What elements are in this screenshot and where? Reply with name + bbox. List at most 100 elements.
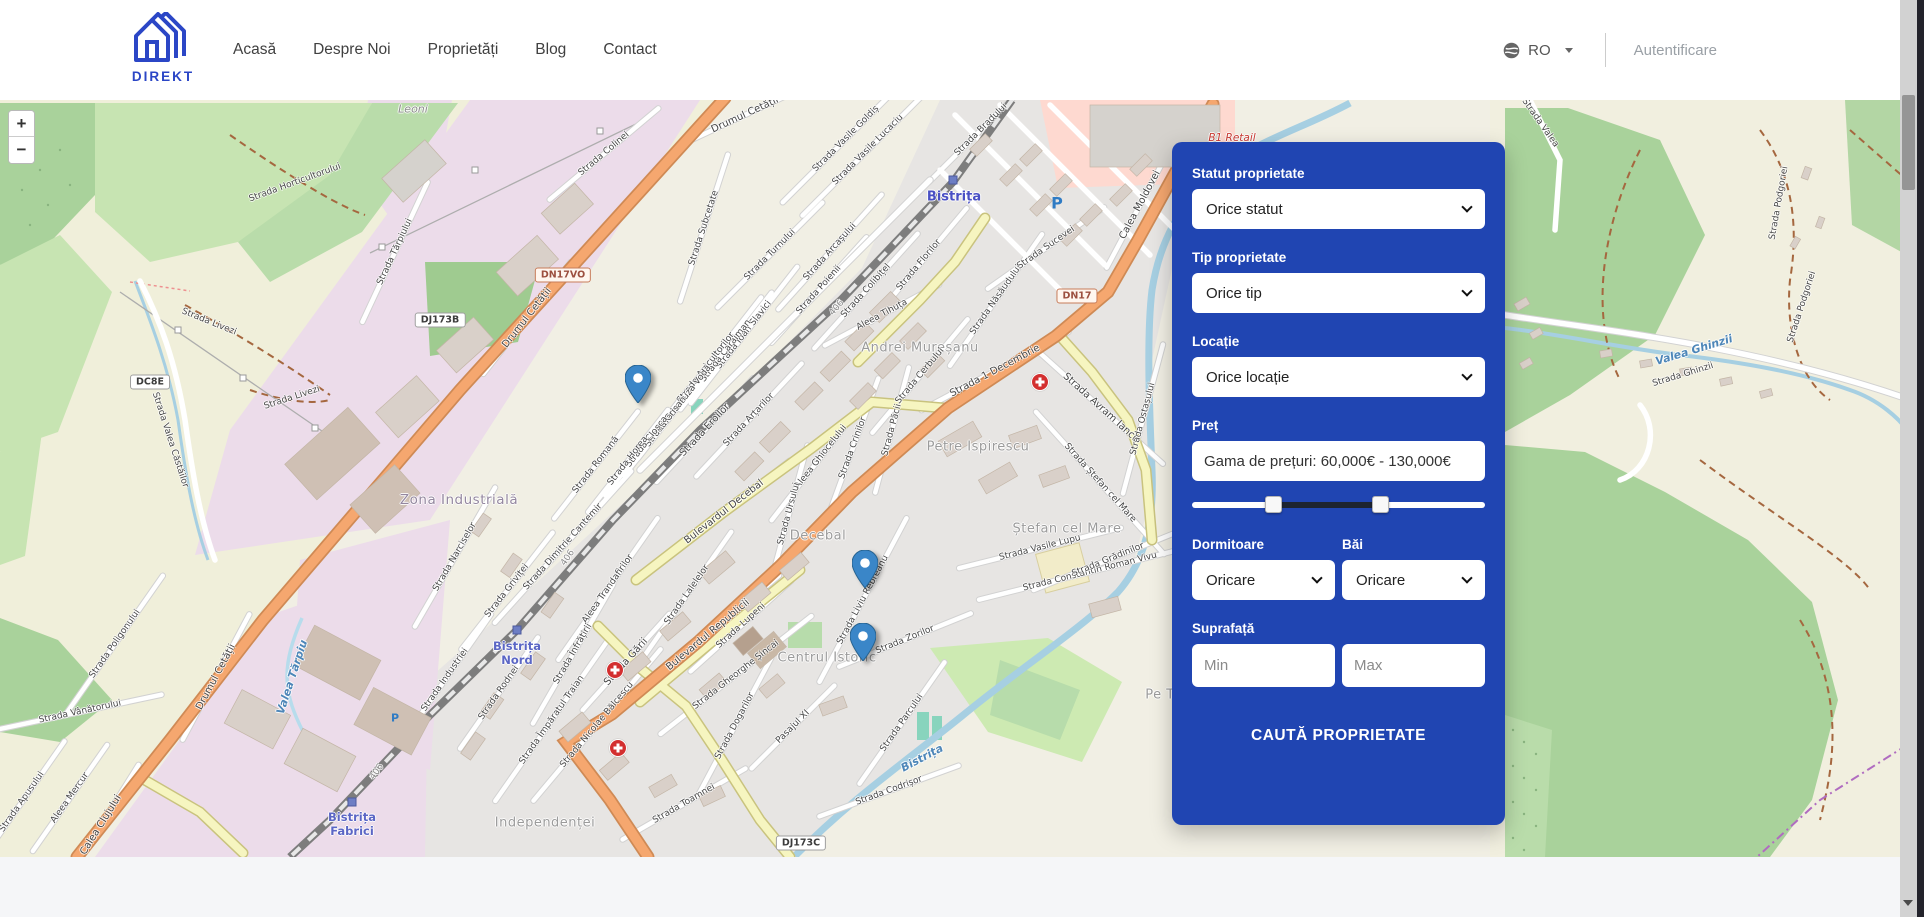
railway-station-icon xyxy=(348,798,357,807)
language-selector[interactable]: RO xyxy=(1503,42,1573,59)
area-max-input[interactable] xyxy=(1342,644,1485,687)
map-label: Strada Gheorghe Șincai xyxy=(691,638,781,711)
map-label: Decebal xyxy=(790,529,846,544)
medical-poi-icon xyxy=(609,739,627,757)
map-label: Strada Poienii xyxy=(795,264,844,317)
map-label: Strada Parcului xyxy=(878,692,925,753)
globe-icon xyxy=(1503,42,1520,59)
map-label: Valea Ghinzii xyxy=(1654,332,1734,368)
map-label: Strada Crinilor xyxy=(837,416,869,480)
header-right: RO Autentificare xyxy=(1503,0,1717,100)
slider-handle-min[interactable] xyxy=(1265,496,1282,513)
map-label: Drumul Cetății xyxy=(710,100,781,135)
baths-select[interactable]: Oricare xyxy=(1342,560,1485,600)
map-label: Strada Griviței xyxy=(483,562,531,619)
nav-item-contact[interactable]: Contact xyxy=(603,41,656,59)
map-marker-pin[interactable] xyxy=(852,550,878,588)
map-label: Strada Toamnei xyxy=(651,782,717,826)
slider-selected-range xyxy=(1273,502,1380,508)
map-label: Strada Vasile Goldiș xyxy=(811,104,881,174)
search-property-button[interactable]: CAUTĂ PROPRIETATE xyxy=(1192,715,1485,757)
map-label: Strada 1 Decembrie xyxy=(948,343,1042,400)
nav-item-proprietati[interactable]: Proprietăți xyxy=(428,41,499,59)
map-label: Zona Industrială xyxy=(400,492,518,508)
map-label: Strada Rodnei xyxy=(477,664,522,722)
map-label: Strada Cerbului xyxy=(894,346,947,406)
scrollbar-thumb[interactable] xyxy=(1902,95,1915,190)
map-label: Aleea Mercur xyxy=(49,771,91,825)
slider-handle-max[interactable] xyxy=(1372,496,1389,513)
railway-station-icon xyxy=(513,626,522,635)
map-label: Strada Ioan Slavici xyxy=(714,299,773,371)
type-label: Tip proprietate xyxy=(1192,250,1485,265)
map-label: Strada Arcașului xyxy=(802,221,859,283)
logo-house-icon xyxy=(132,53,194,70)
map-label: Strada Apicultorilor xyxy=(675,331,736,406)
map-label: Pasajul XI xyxy=(774,708,812,746)
login-link[interactable]: Autentificare xyxy=(1634,42,1717,59)
type-select[interactable]: Orice tip xyxy=(1192,273,1485,313)
map-label: Strada Păcii xyxy=(880,403,903,457)
map-label: Strada Livezi xyxy=(180,306,238,337)
nav-item-blog[interactable]: Blog xyxy=(535,41,566,59)
status-select[interactable]: Orice statut xyxy=(1192,189,1485,229)
map-label: Pe T xyxy=(1145,688,1174,703)
road-shield: DJ173B xyxy=(415,313,466,328)
road-shield: DC8E xyxy=(130,375,170,390)
map-label: Strada Împăratul Traian xyxy=(517,674,586,767)
map-label: Strada Dimitrie Cantemir xyxy=(522,502,605,593)
map-marker-pin[interactable] xyxy=(625,365,651,403)
map-label: Strada Turnului xyxy=(742,227,797,282)
road-shield: DN17 xyxy=(1056,289,1097,304)
bedrooms-select[interactable]: Oricare xyxy=(1192,560,1335,600)
nav-item-despre-noi[interactable]: Despre Noi xyxy=(313,41,391,59)
map-label: Bistrița Nord xyxy=(493,640,541,668)
map-label: Strada Colinei xyxy=(577,130,632,178)
map-label: Strada Crisan xyxy=(643,395,688,449)
logo[interactable]: DIREKT xyxy=(123,12,203,84)
footer-strip xyxy=(0,857,1907,917)
map-label: Strada Florilor xyxy=(895,237,944,292)
map-label: Strada Horea xyxy=(606,435,650,488)
map-label: Bistrița xyxy=(927,190,981,205)
header-divider xyxy=(1605,33,1606,67)
price-range-display[interactable] xyxy=(1192,441,1485,481)
map-label: Strada Nicolae Bălcescu xyxy=(558,680,636,770)
language-code: RO xyxy=(1528,42,1551,59)
scrollbar-down-arrow-icon[interactable] xyxy=(1903,900,1913,906)
map-label: Strada Tărpiului xyxy=(375,217,414,286)
zoom-out-button[interactable]: − xyxy=(9,137,34,163)
map-label: Strada Colibițel xyxy=(839,262,893,320)
main-nav: Acasă Despre Noi Proprietăți Blog Contac… xyxy=(233,0,657,100)
map-label: Strada Grădinilor xyxy=(1070,541,1145,579)
map-label: Bistrița Fabrici xyxy=(328,811,376,839)
area-min-input[interactable] xyxy=(1192,644,1335,687)
baths-label: Băi xyxy=(1342,537,1485,552)
map-label: Valea Tărpiu xyxy=(274,638,310,716)
map-label: Strada Năsăudului xyxy=(968,263,1024,337)
map-canvas[interactable]: LeoniB1 RetailBistrițaBistrița NordBistr… xyxy=(0,100,1907,857)
zoom-in-button[interactable]: + xyxy=(9,111,34,137)
map-marker-pin[interactable] xyxy=(850,623,876,661)
medical-poi-icon xyxy=(606,661,624,679)
map-label: Strada Industriei xyxy=(419,647,470,714)
map-label: Strada Narciselor xyxy=(431,521,479,593)
location-select[interactable]: Orice locație xyxy=(1192,357,1485,397)
map-label: Strada Constantin Roman Vivu xyxy=(1022,550,1158,593)
road-shield: DN17VO xyxy=(535,268,591,283)
map-label: Strada Arțarilor xyxy=(722,391,777,449)
map-label: Strada Zorilor xyxy=(874,624,935,657)
map-label: Strada Caraiman xyxy=(699,318,754,384)
page-scrollbar xyxy=(1900,0,1924,917)
map-label: Aleea Tihuța xyxy=(855,297,909,332)
map-label: Strada Cloșca xyxy=(624,414,670,469)
price-range-slider xyxy=(1192,497,1485,513)
map-label: Strada Vânătorului xyxy=(38,698,122,725)
price-label: Preț xyxy=(1192,418,1485,433)
railway-station-icon xyxy=(949,176,958,185)
nav-item-acasa[interactable]: Acasă xyxy=(233,41,276,59)
map-label: Independenței xyxy=(495,816,596,831)
map-label: Leoni xyxy=(398,103,428,116)
map-label: Strada Avram Iancu xyxy=(1061,371,1142,445)
map-zoom-control: + − xyxy=(8,110,35,164)
